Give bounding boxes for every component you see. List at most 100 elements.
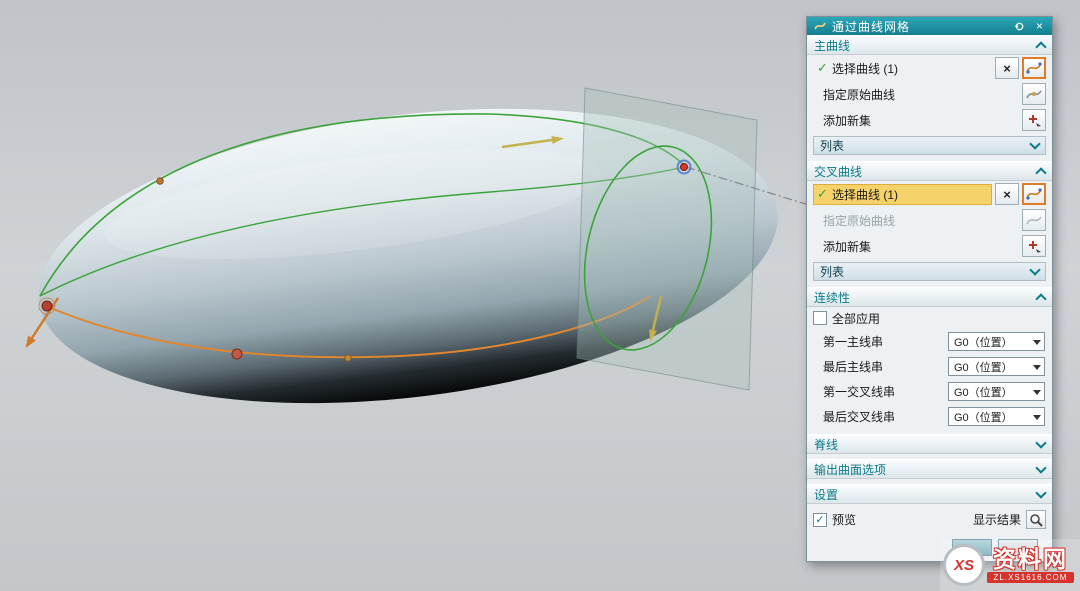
output-options-label: 输出曲面选项 [814,461,886,478]
cross-add-new-set-row: 添加新集 [807,233,1052,259]
cross-deselect-button[interactable]: × [995,183,1019,205]
curve-icon [1026,187,1042,201]
show-result-label: 显示结果 [973,511,1021,528]
chevron-down-icon [1035,462,1046,473]
magnifier-icon [1029,513,1043,527]
primary-select-curve-row: ✓ 选择曲线 (1) × [807,55,1052,81]
dropdown-arrow-icon [1033,415,1041,424]
watermark-logo: XS [943,544,985,586]
cross-curve-select-button[interactable] [1022,183,1046,205]
origin-curve-icon [1026,213,1042,227]
dialog-body: 主曲线 ✓ 选择曲线 (1) × 指定原始曲线 添加新集 [807,35,1052,561]
dialog-command-icon [812,19,827,33]
apply-all-checkbox[interactable] [813,311,827,325]
dropdown-arrow-icon [1033,390,1041,399]
add-set-icon [1026,113,1042,127]
primary-select-curve-label: 选择曲线 (1) [832,60,988,77]
combo-value: G0（位置） [954,334,1033,350]
combo-value: G0（位置） [954,409,1033,425]
apply-all-label: 全部应用 [832,310,880,327]
primary-add-new-set-label: 添加新集 [813,112,1019,129]
cross-curves-label: 交叉曲线 [814,163,862,180]
curve-point-top[interactable] [157,178,163,184]
chevron-down-icon [1035,437,1046,448]
last-cross-string-label: 最后交叉线串 [823,408,895,425]
settings-label: 设置 [814,486,838,503]
last-cross-string-row: 最后交叉线串 G0（位置） [807,404,1052,429]
cross-add-new-set-label: 添加新集 [813,238,1019,255]
cross-origin-curve-button[interactable] [1022,209,1046,231]
x-icon: × [1003,62,1011,75]
check-icon: ✓ [817,60,832,76]
x-icon: × [1003,188,1011,201]
last-cross-string-select[interactable]: G0（位置） [948,407,1045,426]
check-icon: ✓ [817,186,832,202]
chevron-up-icon [1035,293,1046,304]
primary-select-curve-field[interactable]: ✓ 选择曲线 (1) [813,58,992,79]
cross-origin-curve-row: 指定原始曲线 [807,207,1052,233]
preview-label: 预览 [832,511,856,528]
primary-list-label: 列表 [820,137,844,154]
primary-curves-group-header[interactable]: 主曲线 [807,35,1052,55]
preview-checkbox[interactable]: ✓ [813,513,827,527]
cross-select-curve-label: 选择曲线 (1) [832,186,988,203]
origin-curve-icon [1026,87,1042,101]
spine-group-header[interactable]: 脊线 [807,434,1052,454]
first-cross-string-row: 第一交叉线串 G0（位置） [807,379,1052,404]
last-primary-string-label: 最后主线串 [823,358,883,375]
first-cross-string-select[interactable]: G0（位置） [948,382,1045,401]
combo-value: G0（位置） [954,359,1033,375]
reset-icon[interactable] [1012,19,1027,33]
first-primary-string-row: 第一主线串 G0（位置） [807,329,1052,354]
primary-curves-label: 主曲线 [814,37,850,54]
first-primary-string-label: 第一主线串 [823,333,883,350]
chevron-down-icon [1029,138,1040,149]
output-options-group-header[interactable]: 输出曲面选项 [807,459,1052,479]
primary-add-new-set-row: 添加新集 [807,107,1052,133]
primary-origin-curve-label: 指定原始曲线 [813,86,1019,103]
continuity-label: 连续性 [814,289,850,306]
datum-plane[interactable] [577,88,757,390]
watermark-site-url: ZL.XS1616.COM [987,572,1075,583]
settings-group-header[interactable]: 设置 [807,484,1052,504]
first-primary-string-select[interactable]: G0（位置） [948,332,1045,351]
primary-origin-curve-button[interactable] [1022,83,1046,105]
dropdown-arrow-icon [1033,365,1041,374]
primary-deselect-button[interactable]: × [995,57,1019,79]
primary-curve-select-button[interactable] [1022,57,1046,79]
check-icon: ✓ [815,513,824,526]
first-cross-string-label: 第一交叉线串 [823,383,895,400]
dialog-titlebar[interactable]: 通过曲线网格 × [807,17,1052,35]
primary-origin-curve-row: 指定原始曲线 [807,81,1052,107]
cross-select-curve-field[interactable]: ✓ 选择曲线 (1) [813,184,992,205]
combo-value: G0（位置） [954,384,1033,400]
cross-select-curve-row: ✓ 选择曲线 (1) × [807,181,1052,207]
chevron-up-icon [1035,167,1046,178]
through-curve-mesh-dialog: 通过曲线网格 × 主曲线 ✓ 选择曲线 (1) × [806,16,1053,562]
dialog-title: 通过曲线网格 [832,18,1007,35]
cross-origin-curve-label: 指定原始曲线 [813,212,1019,229]
add-set-icon [1026,239,1042,253]
chevron-up-icon [1035,41,1046,52]
close-icon[interactable]: × [1032,19,1047,33]
application-window: 通过曲线网格 × 主曲线 ✓ 选择曲线 (1) × [0,0,1080,591]
curve-point-mid[interactable] [232,349,242,359]
continuity-group-header[interactable]: 连续性 [807,287,1052,307]
last-primary-string-row: 最后主线串 G0（位置） [807,354,1052,379]
last-primary-string-select[interactable]: G0（位置） [948,357,1045,376]
cross-list-expander[interactable]: 列表 [813,262,1046,281]
spine-label: 脊线 [814,436,838,453]
watermark-site-name: 资料网 [993,547,1068,571]
apply-all-row: 全部应用 [807,307,1052,329]
curve-point-bottom[interactable] [345,355,351,361]
watermark: XS 资料网 ZL.XS1616.COM [940,539,1080,591]
primary-add-new-set-button[interactable] [1022,109,1046,131]
cross-add-new-set-button[interactable] [1022,235,1046,257]
chevron-down-icon [1035,487,1046,498]
dropdown-arrow-icon [1033,340,1041,349]
cross-curves-group-header[interactable]: 交叉曲线 [807,161,1052,181]
cross-list-label: 列表 [820,263,844,280]
dialog-footer: ✓ 预览 显示结果 [807,504,1052,531]
show-result-button[interactable] [1026,510,1046,529]
primary-list-expander[interactable]: 列表 [813,136,1046,155]
